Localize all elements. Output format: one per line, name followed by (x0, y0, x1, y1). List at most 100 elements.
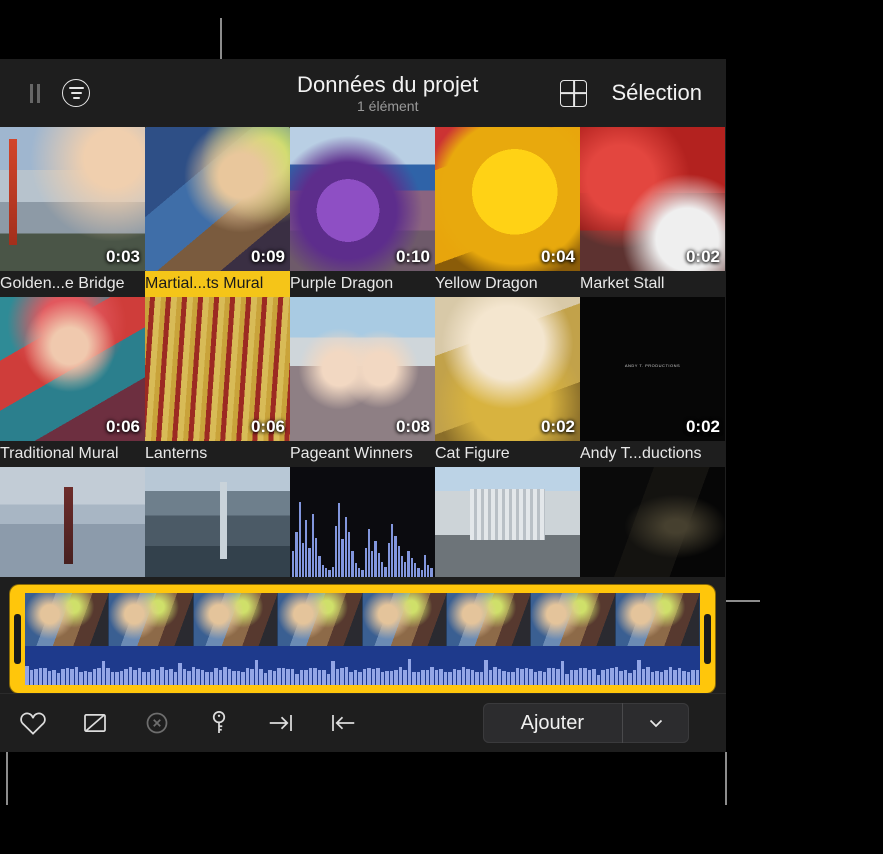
waveform-bar (120, 671, 124, 685)
waveform-bar (525, 668, 529, 685)
clip-thumbnail[interactable]: ANDY T. PRODUCTIONS0:02 (580, 297, 725, 441)
grid-view-icon[interactable] (560, 80, 587, 107)
clip-grid-item[interactable] (0, 467, 145, 582)
clip-thumbnail[interactable]: 0:02 (580, 127, 725, 271)
waveform-bar (75, 667, 79, 685)
clip-thumbnail[interactable] (145, 467, 290, 577)
clip-grid-item[interactable] (435, 467, 580, 582)
reject-icon[interactable] (80, 708, 110, 738)
clip-thumbnail[interactable]: 0:10 (290, 127, 435, 271)
waveform-bar (426, 670, 430, 685)
set-range-end-icon[interactable] (328, 708, 358, 738)
waveform-bar (475, 672, 479, 685)
clip-grid-item[interactable]: 0:02 Cat Figure (435, 297, 580, 467)
waveform-bar (421, 670, 425, 685)
waveform-bar (588, 670, 592, 685)
thumbnail-artwork (435, 467, 580, 577)
clip-duration: 0:02 (541, 417, 575, 437)
waveform-bar (511, 672, 515, 685)
waveform-bar (165, 670, 169, 685)
waveform-bar (678, 668, 682, 685)
waveform-bar (205, 672, 209, 685)
clip-grid-row: 0:03Golden...e Bridge0:09Martial...ts Mu… (0, 127, 726, 297)
clip-thumbnail[interactable]: 0:06 (0, 297, 145, 441)
footer-actions: Ajouter (483, 703, 726, 743)
clip-thumbnail[interactable] (0, 467, 145, 577)
waveform-bar (556, 669, 560, 685)
clip-grid-item[interactable]: 0:10Purple Dragon (290, 127, 435, 297)
clip-thumbnail[interactable]: 0:04 (435, 127, 580, 271)
waveform-bar (259, 669, 263, 685)
waveform-bar (403, 670, 407, 685)
clip-name-label: Cat Figure (435, 441, 580, 467)
waveform-bar (264, 673, 268, 685)
waveform-bar (691, 670, 695, 685)
clip-grid-item[interactable]: 0:09Martial...ts Mural (145, 127, 290, 297)
clip-grid-item[interactable] (580, 467, 725, 582)
waveform-bar (174, 672, 178, 685)
selected-clip-filmstrip[interactable] (10, 585, 715, 693)
waveform-bar (480, 672, 484, 685)
thumbnail-artwork (0, 467, 145, 577)
waveform-bar (160, 667, 164, 685)
set-range-start-icon[interactable] (266, 708, 296, 738)
thumbnail-artwork (145, 467, 290, 577)
waveform-bar (385, 671, 389, 685)
clip-grid-item[interactable] (145, 467, 290, 582)
filter-list-circle-icon[interactable] (62, 79, 90, 107)
clip-thumbnail[interactable] (290, 467, 435, 577)
add-button-group[interactable]: Ajouter (483, 703, 689, 743)
clip-thumbnail[interactable]: 0:06 (145, 297, 290, 441)
keyword-key-icon[interactable] (204, 708, 234, 738)
waveform-bar (295, 674, 299, 685)
callout-leader-bottomright (725, 752, 727, 805)
waveform-bar (583, 668, 587, 685)
clip-grid-item[interactable]: 0:06Traditional Mural (0, 297, 145, 467)
selected-clip-container[interactable] (10, 585, 715, 693)
waveform-bar (327, 674, 331, 685)
waveform-bar (502, 671, 506, 685)
clip-grid-item[interactable]: 0:08Pageant Winners (290, 297, 435, 467)
chevron-down-icon[interactable] (623, 703, 689, 743)
favorite-heart-icon[interactable] (18, 708, 48, 738)
waveform-bar (543, 672, 547, 685)
clip-thumbnail[interactable] (435, 467, 580, 577)
waveform-bar (547, 668, 551, 685)
clip-thumbnail[interactable]: 0:08 (290, 297, 435, 441)
clip-thumbnail[interactable] (580, 467, 725, 577)
clip-grid-item[interactable] (290, 467, 435, 582)
remove-rating-icon[interactable] (142, 708, 172, 738)
clip-grid[interactable]: 0:03Golden...e Bridge0:09Martial...ts Mu… (0, 127, 726, 590)
waveform-bar (66, 668, 70, 685)
waveform-bar (439, 669, 443, 685)
trim-handle-end[interactable] (704, 614, 711, 664)
waveform-bar (246, 668, 250, 685)
clip-grid-item[interactable]: 0:03Golden...e Bridge (0, 127, 145, 297)
clip-grid-item[interactable]: 0:04Yellow Dragon (435, 127, 580, 297)
clip-thumbnail[interactable]: 0:09 (145, 127, 290, 271)
clip-thumbnail[interactable]: 0:02 (435, 297, 580, 441)
clip-grid-item[interactable]: ANDY T. PRODUCTIONS0:02Andy T...ductions (580, 297, 725, 467)
waveform-bar (534, 672, 538, 685)
clip-duration: 0:03 (106, 247, 140, 267)
clip-grid-row (0, 467, 726, 582)
selection-label[interactable]: Sélection (611, 80, 702, 106)
clip-grid-item[interactable]: 0:06Lanterns (145, 297, 290, 467)
waveform-bar (183, 669, 187, 685)
waveform-bar (624, 670, 628, 685)
trim-handle-start[interactable] (14, 614, 21, 664)
pause-icon[interactable] (30, 84, 40, 103)
waveform-bar (340, 668, 344, 685)
clip-thumbnail[interactable]: 0:03 (0, 127, 145, 271)
clip-grid-item[interactable]: 0:02Market Stall (580, 127, 725, 297)
waveform-bar (615, 667, 619, 685)
filmstrip-frame (531, 593, 615, 646)
waveform-bar (457, 670, 461, 685)
waveform-bar (619, 671, 623, 685)
add-button[interactable]: Ajouter (483, 703, 622, 743)
toolbar-left-group (0, 79, 215, 107)
screenshot-stage: Données du projet 1 élément Sélection 0:… (0, 0, 883, 854)
waveform-bar (102, 661, 106, 685)
waveform-bar (394, 670, 398, 685)
studio-logo-text: ANDY T. PRODUCTIONS (580, 363, 725, 368)
